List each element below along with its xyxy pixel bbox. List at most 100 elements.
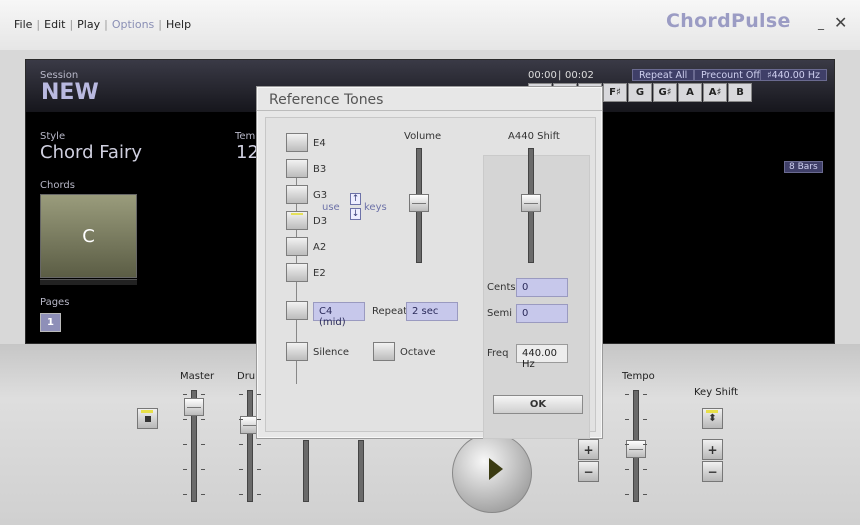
key-button[interactable]: B (728, 83, 752, 102)
key-button[interactable]: G♯ (653, 83, 677, 102)
tone-label: D3 (313, 216, 328, 227)
time-elapsed: 00:00 (528, 70, 557, 81)
a440-shift-label: A440 Shift (508, 131, 560, 142)
bars-badge[interactable]: 8 Bars (784, 161, 823, 173)
volume-slider-thumb[interactable] (409, 194, 429, 212)
precount-toggle[interactable]: Precount Off (694, 69, 767, 81)
slider-tick (625, 469, 629, 470)
chords-label: Chords (40, 180, 75, 191)
key-button[interactable]: A (678, 83, 702, 102)
slider-tick (183, 444, 187, 445)
chords-slider-track[interactable] (358, 440, 364, 502)
pages-label: Pages (40, 297, 70, 308)
slider-tick (183, 494, 187, 495)
cents-field[interactable]: 0 (516, 278, 568, 297)
tone-button-e2[interactable] (286, 263, 308, 282)
tone-button-b3[interactable] (286, 159, 308, 178)
ok-button[interactable]: OK (493, 395, 583, 414)
slider-tick (257, 394, 261, 395)
slider-tick (257, 419, 261, 420)
key-button[interactable]: A♯ (703, 83, 727, 102)
octave-button[interactable] (373, 342, 395, 361)
style-name[interactable]: Chord Fairy (40, 142, 142, 163)
freq-field[interactable]: 440.00 Hz (516, 344, 568, 370)
slider-tick (201, 469, 205, 470)
silence-button[interactable] (286, 342, 308, 361)
reset-icon: ⬍ (708, 413, 717, 424)
slider-tick (625, 444, 629, 445)
slider-tick (183, 419, 187, 420)
tone-label: B3 (313, 164, 327, 175)
repeat-toggle[interactable]: Repeat All (632, 69, 695, 81)
repeat-field[interactable]: 2 sec (406, 302, 458, 321)
menu-help[interactable]: Help (162, 18, 195, 31)
tone-button-e4[interactable] (286, 133, 308, 152)
title-bar: File | Edit | Play | Options | Help Chor… (0, 0, 860, 50)
key-shift-plus-button[interactable]: + (702, 439, 723, 460)
keys-label: keys (364, 202, 387, 213)
cents-label: Cents (487, 282, 516, 293)
master-label: Master (180, 371, 215, 382)
slider-tick (625, 419, 629, 420)
octave-label: Octave (400, 347, 436, 358)
close-button[interactable]: ✕ (834, 13, 847, 32)
menu-options[interactable]: Options (108, 18, 158, 31)
slider-tick (183, 394, 187, 395)
menu-edit[interactable]: Edit (40, 18, 69, 31)
key-up-arrow-icon[interactable]: ↑ (350, 193, 361, 205)
page-button[interactable]: 1 (40, 313, 61, 332)
key-button[interactable]: G (628, 83, 652, 102)
chord-progress-bar (40, 279, 137, 285)
menu-play[interactable]: Play (73, 18, 104, 31)
tone-label: A2 (313, 242, 327, 253)
slider-ticks (239, 394, 261, 495)
app-title: ChordPulse (666, 10, 791, 32)
freq-label: Freq (487, 348, 509, 359)
key-shift-led (706, 410, 718, 413)
play-icon (489, 458, 503, 480)
master-led (141, 410, 153, 413)
bass-slider-track[interactable] (303, 440, 309, 502)
root-note-field[interactable]: C4 (mid) (313, 302, 365, 328)
slider-tick (257, 444, 261, 445)
slider-tick (201, 444, 205, 445)
slider-tick (201, 394, 205, 395)
key-shift-label: Key Shift (694, 387, 739, 398)
menu-bar: File | Edit | Play | Options | Help (10, 18, 195, 31)
slider-tick (183, 469, 187, 470)
slider-tick (257, 494, 261, 495)
speaker-icon (144, 415, 151, 422)
use-keys-label: use (322, 202, 340, 213)
session-name[interactable]: NEW (41, 80, 99, 105)
tone-label: E4 (313, 138, 326, 149)
reference-tones-dialog: Reference Tones E4 B3 G3 D3 A2 E2 use ↑ … (256, 86, 603, 439)
tone-label: E2 (313, 268, 326, 279)
style-label: Style (40, 131, 66, 142)
menu-file[interactable]: File (10, 18, 36, 31)
tone-label: G3 (313, 190, 328, 201)
slider-tick (239, 494, 243, 495)
minimize-button[interactable]: _ (818, 16, 824, 30)
transpose-minus-button[interactable]: − (578, 461, 599, 482)
slider-tick (239, 469, 243, 470)
slider-tick (643, 394, 647, 395)
key-shift-minus-button[interactable]: − (702, 461, 723, 482)
transpose-plus-button[interactable]: + (578, 439, 599, 460)
tone-button-g3[interactable] (286, 185, 308, 204)
key-button[interactable]: F♯ (603, 83, 627, 102)
slider-tick (239, 419, 243, 420)
tone-button-a2[interactable] (286, 237, 308, 256)
root-tone-button[interactable] (286, 301, 308, 320)
play-button[interactable] (452, 433, 532, 513)
semi-field[interactable]: 0 (516, 304, 568, 323)
repeat-label: Repeat (372, 306, 408, 317)
slider-ticks (625, 394, 647, 495)
shift-slider-thumb[interactable] (521, 194, 541, 212)
slider-tick (643, 444, 647, 445)
tone-button-d3[interactable] (286, 211, 308, 230)
chord-card[interactable]: C (40, 194, 137, 278)
key-down-arrow-icon[interactable]: ↓ (350, 208, 361, 220)
tuning-display[interactable]: ♯440.00 Hz (760, 69, 827, 81)
dialog-content: E4 B3 G3 D3 A2 E2 use ↑ ↓ keys C4 (mid) … (265, 117, 596, 439)
time-separator: | (558, 70, 562, 81)
